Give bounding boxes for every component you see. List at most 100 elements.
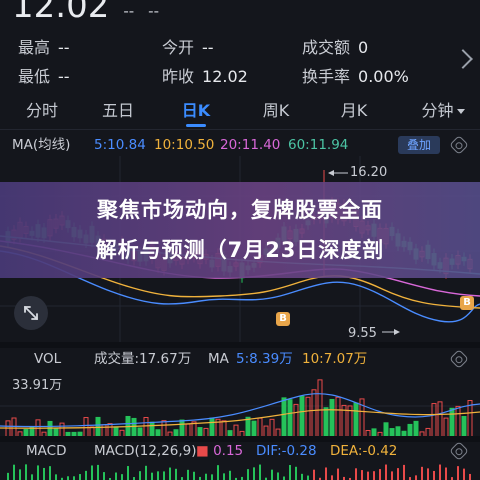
volume-bar <box>431 403 437 438</box>
macd-bar <box>391 471 393 480</box>
macd-bar <box>67 476 69 480</box>
macd-bar <box>253 467 255 480</box>
volume-bar <box>305 396 311 438</box>
macd-bar <box>331 475 333 480</box>
price-change: -- <box>123 2 135 20</box>
headline-line-2: 解析与预测（7月23日深度剖 <box>95 238 385 262</box>
caret-down-icon <box>456 109 465 114</box>
ma-label[interactable]: MA(均线) <box>12 134 70 156</box>
volume-bar <box>443 417 449 438</box>
ma10-value: 10:10.50 <box>154 137 215 153</box>
macd-bar <box>373 471 375 480</box>
headline-line-1: 聚焦市场动向，复牌股票全面 <box>97 198 383 222</box>
macd-bar <box>445 467 447 480</box>
tab-monthly-k[interactable]: 月K <box>322 96 386 130</box>
stat-low: 最低 -- <box>18 67 70 86</box>
macd-bar <box>25 464 27 480</box>
macd-bar <box>223 473 225 480</box>
macd-bar <box>295 466 297 480</box>
buy-badge[interactable]: B <box>460 296 474 310</box>
low-price-label: 9.55 <box>348 326 377 341</box>
macd-bar <box>307 475 309 480</box>
price-change-pct: -- <box>148 2 159 20</box>
headline-banner[interactable]: 聚焦市场动向，复牌股票全面 解析与预测（7月23日深度剖 <box>0 182 480 278</box>
volume-bar <box>143 416 149 438</box>
volume-chart <box>0 379 480 438</box>
stat-open: 今开 -- <box>162 38 214 57</box>
macd-bar <box>121 474 123 480</box>
volume-bar <box>329 398 335 438</box>
macd-bar <box>205 473 207 480</box>
macd-bar <box>73 476 75 480</box>
macd-bar <box>97 464 99 480</box>
macd-bar <box>175 468 177 480</box>
macd-bar <box>367 471 369 480</box>
macd-bar <box>259 464 261 480</box>
volume-bar <box>287 399 293 438</box>
macd-bar <box>193 471 195 480</box>
tab-minute[interactable]: 分钟 <box>408 96 478 130</box>
tab-intraday[interactable]: 分时 <box>10 96 74 130</box>
macd-bar <box>325 467 327 480</box>
volume-bar <box>281 397 287 438</box>
macd-bar <box>217 465 219 480</box>
macd-bar <box>427 468 429 480</box>
macd-bar <box>469 473 471 480</box>
macd-bar <box>43 467 45 480</box>
macd-chart <box>7 464 471 480</box>
ma60-value: 60:11.94 <box>288 137 349 153</box>
macd-bar <box>439 464 441 480</box>
macd-bar <box>313 469 315 480</box>
volume-bar <box>317 379 323 438</box>
macd-bar <box>415 475 417 480</box>
macd-bar <box>55 474 57 480</box>
macd-bar <box>289 465 291 480</box>
macd-bar <box>127 466 129 480</box>
macd-bar <box>211 474 213 480</box>
macd-bar <box>85 470 87 480</box>
macd-bar-icon: ■ <box>196 443 209 459</box>
macd-bar <box>79 474 81 480</box>
macd-bar <box>19 469 21 480</box>
stat-prev-close: 昨收 12.02 <box>162 67 248 86</box>
tab-five-day[interactable]: 五日 <box>86 96 150 130</box>
volume-bar <box>323 407 329 438</box>
quote-stats: 最高 -- 今开 -- 成交额 0 最低 -- 昨收 12.02 换手率 0.00% <box>0 32 480 92</box>
volume-bar <box>335 396 341 438</box>
macd-bar <box>337 468 339 480</box>
macd-bar <box>169 467 171 480</box>
current-price: 12.02 <box>12 0 110 26</box>
tab-weekly-k[interactable]: 周K <box>244 96 308 130</box>
buy-badge[interactable]: B <box>276 312 290 326</box>
macd-bar <box>361 470 363 480</box>
volume-bar <box>311 389 317 438</box>
macd-bar <box>463 468 465 480</box>
settings-icon[interactable] <box>449 135 469 155</box>
tab-daily-k[interactable]: 日K <box>164 96 228 130</box>
stat-amount: 成交额 0 <box>302 38 369 57</box>
high-price-label: 16.20 <box>350 165 388 180</box>
ma-legend: MA(均线) 5:10.84 10:10.50 20:11.40 60:11.9… <box>0 134 480 156</box>
macd-bar <box>457 466 459 480</box>
volume-bar <box>245 416 251 438</box>
volume-axis-max: 33.91万 <box>12 378 63 393</box>
volume-bar <box>299 395 305 438</box>
macd-bar <box>157 471 159 480</box>
macd-bar <box>163 471 165 480</box>
macd-bar <box>229 470 231 480</box>
macd-bar <box>103 472 105 480</box>
macd-bar <box>403 464 405 480</box>
ma5-value: 5:10.84 <box>94 137 146 153</box>
overlay-button[interactable]: 叠加 <box>398 136 440 154</box>
period-tabs: 分时 五日 日K 周K 月K 分钟 <box>0 96 480 130</box>
macd-bar <box>271 469 273 480</box>
fullscreen-button[interactable] <box>14 296 48 330</box>
macd-bar <box>385 464 387 480</box>
volume-bar <box>449 407 455 438</box>
volume-bar <box>437 401 443 438</box>
macd-bar <box>115 472 117 480</box>
volume-bar <box>461 415 467 438</box>
macd-bar <box>187 469 189 480</box>
volume-bar <box>353 402 359 438</box>
stat-turnover: 换手率 0.00% <box>302 67 409 86</box>
